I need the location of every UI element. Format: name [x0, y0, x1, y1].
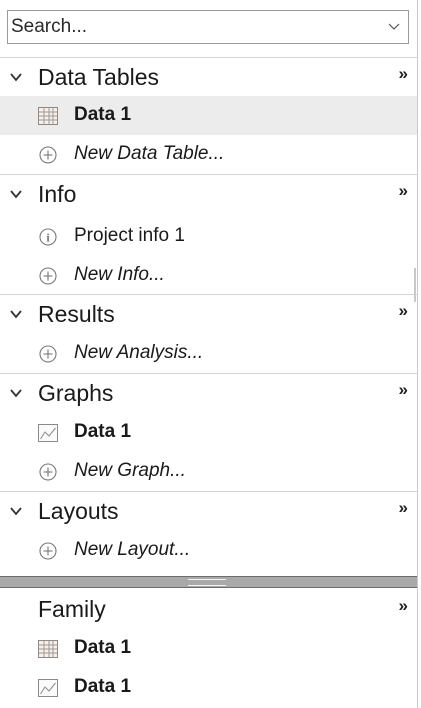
- plus-circle-icon: [39, 463, 57, 481]
- section-title: Family: [38, 596, 106, 622]
- info-icon: i: [39, 228, 57, 246]
- sheet-label: Data 1: [74, 676, 132, 697]
- section-header-layouts[interactable]: Layouts »: [0, 491, 418, 530]
- more-button[interactable]: »: [399, 380, 409, 400]
- new-data-table-label: New Data Table...: [74, 143, 225, 164]
- chevron-down-icon[interactable]: [9, 505, 23, 517]
- sheet-item-graph[interactable]: Data 1: [0, 413, 418, 452]
- more-button[interactable]: »: [399, 301, 409, 321]
- sheet-label: Data 1: [74, 104, 132, 125]
- section-title: Graphs: [38, 380, 114, 406]
- new-layout-item[interactable]: New Layout...: [0, 531, 418, 570]
- more-button[interactable]: »: [399, 181, 409, 201]
- section-title: Layouts: [38, 498, 119, 524]
- table-icon: [38, 640, 58, 658]
- more-button[interactable]: »: [399, 596, 409, 616]
- section-title: Data Tables: [38, 64, 160, 90]
- table-icon: [38, 107, 58, 125]
- new-info-item[interactable]: New Info...: [0, 256, 418, 295]
- chevron-down-icon[interactable]: [9, 71, 23, 83]
- section-header-results[interactable]: Results »: [0, 294, 418, 333]
- family-item-graph[interactable]: Data 1: [0, 668, 418, 707]
- section-header-info[interactable]: Info »: [0, 174, 418, 213]
- chevron-down-icon[interactable]: [388, 20, 400, 32]
- graph-icon: [38, 424, 58, 442]
- plus-circle-icon: [39, 345, 57, 363]
- pane-splitter[interactable]: [0, 576, 418, 588]
- section-header-family[interactable]: Family »: [0, 590, 418, 629]
- section-title: Results: [38, 301, 115, 327]
- section-title: Info: [38, 181, 77, 207]
- plus-circle-icon: [39, 542, 57, 560]
- new-info-label: New Info...: [74, 264, 165, 285]
- family-item-data-table[interactable]: Data 1: [0, 629, 418, 668]
- section-header-data-tables[interactable]: Data Tables »: [0, 57, 418, 96]
- chevron-down-icon[interactable]: [9, 188, 23, 200]
- more-button[interactable]: »: [399, 64, 409, 84]
- scrollbar-nub[interactable]: [414, 268, 416, 302]
- svg-text:i: i: [46, 231, 50, 245]
- search-box[interactable]: [7, 10, 409, 44]
- sheet-item-data-table[interactable]: Data 1: [0, 96, 418, 135]
- new-graph-label: New Graph...: [74, 460, 186, 481]
- chevron-down-icon[interactable]: [9, 308, 23, 320]
- sheet-label: Data 1: [74, 421, 132, 442]
- plus-circle-icon: [39, 146, 57, 164]
- sheet-label: Project info 1: [74, 225, 185, 246]
- new-data-table-item[interactable]: New Data Table...: [0, 135, 418, 174]
- graph-icon: [38, 679, 58, 697]
- new-analysis-label: New Analysis...: [74, 342, 204, 363]
- search-input[interactable]: [8, 11, 371, 43]
- panel-border: [417, 0, 418, 708]
- splitter-grip[interactable]: [188, 579, 226, 586]
- new-layout-label: New Layout...: [74, 539, 191, 560]
- plus-circle-icon: [39, 267, 57, 285]
- more-button[interactable]: »: [399, 498, 409, 518]
- section-header-graphs[interactable]: Graphs »: [0, 373, 418, 412]
- new-graph-item[interactable]: New Graph...: [0, 452, 418, 491]
- new-analysis-item[interactable]: New Analysis...: [0, 334, 418, 373]
- sheet-label: Data 1: [74, 637, 132, 658]
- chevron-down-icon[interactable]: [9, 387, 23, 399]
- sheet-item-info[interactable]: i Project info 1: [0, 217, 418, 256]
- navigator-panel: Data Tables » Data 1 New Data Table... I…: [0, 0, 418, 708]
